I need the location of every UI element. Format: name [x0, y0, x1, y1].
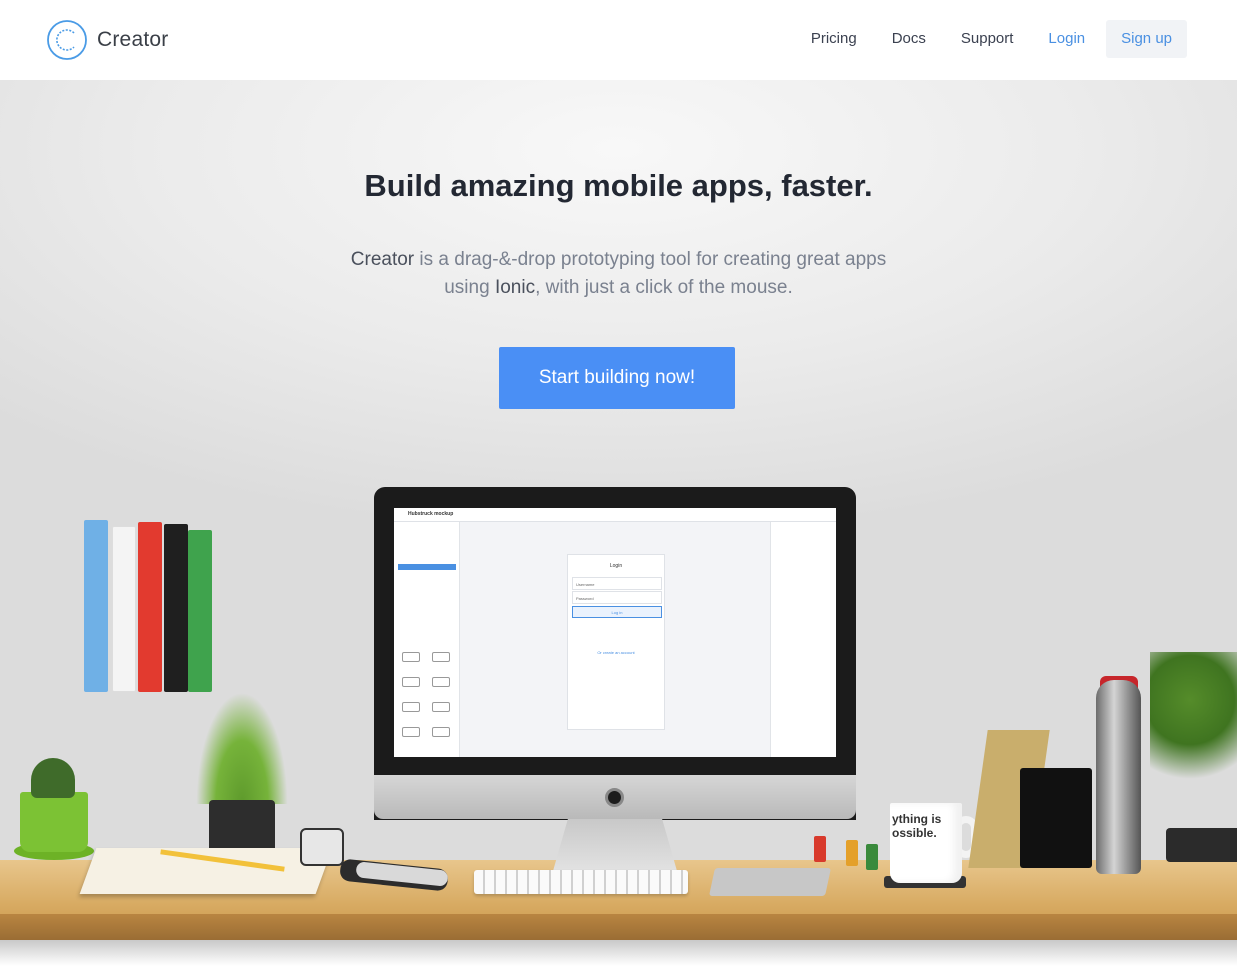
nav-link-support[interactable]: Support: [961, 20, 1014, 58]
hero-subtitle-product: Creator: [350, 249, 415, 270]
screenshot-component: [402, 677, 420, 687]
nav-link-docs[interactable]: Docs: [892, 20, 926, 58]
book-blue: [84, 520, 108, 692]
pen-cup: [1020, 768, 1092, 868]
screenshot-phone-mock: Login Username Password Log in Or create…: [567, 554, 665, 730]
lego-figure: [814, 836, 826, 862]
section-divider: [0, 940, 1237, 977]
book-red: [138, 522, 162, 692]
creator-logo-icon: [47, 20, 87, 60]
trackpad: [709, 868, 831, 896]
bonsai-tree: [1150, 652, 1237, 812]
screenshot-component: [432, 727, 450, 737]
brand-name: Creator: [97, 28, 169, 51]
hero-subtitle-framework: Ionic: [494, 277, 536, 298]
screenshot-component: [432, 702, 450, 712]
site-header: Creator Pricing Docs Support Login Sign …: [0, 0, 1237, 80]
screenshot-pages-panel: [394, 522, 460, 757]
cactus-pot: [20, 792, 88, 852]
lego-figure: [846, 840, 858, 866]
screenshot-toolbar: Hubstruck mockup: [394, 508, 836, 522]
water-bottle: [1096, 680, 1141, 874]
main-nav: Pricing Docs Support Login Sign up: [776, 20, 1187, 58]
nav-link-pricing[interactable]: Pricing: [811, 20, 857, 58]
screenshot-create-account-link: Or create an account: [597, 650, 635, 655]
desk-edge: [0, 914, 1237, 940]
screenshot-page-row: [398, 580, 456, 586]
book-green: [188, 530, 212, 692]
start-building-button[interactable]: Start building now!: [499, 347, 735, 409]
mug-text: ything is ossible.: [892, 812, 942, 840]
book-white: [112, 526, 136, 692]
bonsai-pot: [1166, 828, 1237, 862]
screenshot-component: [432, 652, 450, 662]
screenshot-page-row: [398, 532, 456, 538]
screenshot-component: [402, 727, 420, 737]
lego-figure: [866, 844, 878, 870]
hero-subtitle-text-2: , with just a click of the mouse.: [535, 277, 793, 298]
nav-link-login[interactable]: Login: [1048, 20, 1085, 58]
apple-logo-icon: [605, 788, 624, 807]
imac-stand: [553, 819, 677, 871]
toy-robot: [300, 828, 344, 866]
screenshot-page-row: [398, 556, 456, 562]
screenshot-login-button: Log in: [572, 606, 662, 618]
screenshot-page-row-selected: [398, 564, 456, 570]
screenshot-phone-title: Login: [609, 563, 623, 569]
screenshot-component: [432, 677, 450, 687]
book-black: [164, 524, 188, 692]
screenshot-password-field: Password: [572, 591, 662, 604]
screenshot-app-title: Hubstruck mockup: [408, 511, 454, 517]
grass-plant: [196, 692, 288, 804]
brand-logo-link[interactable]: Creator: [46, 19, 168, 61]
screenshot-page-row: [398, 548, 456, 554]
cactus-plant: [31, 758, 75, 798]
desk-scene-image: Hubstruck mockup Login Username Password…: [0, 80, 1237, 940]
keyboard: [474, 870, 688, 894]
screenshot-component: [402, 652, 420, 662]
screenshot-page-row: [398, 540, 456, 546]
signup-button[interactable]: Sign up: [1106, 20, 1187, 58]
hero-title: Build amazing mobile apps, faster.: [364, 168, 873, 203]
screenshot-properties-panel: [770, 522, 836, 757]
hero-subtitle: Creator is a drag-&-drop prototyping too…: [349, 246, 889, 302]
screenshot-username-field: Username: [572, 577, 662, 590]
app-screenshot: Hubstruck mockup Login Username Password…: [394, 508, 836, 757]
screenshot-page-row: [398, 572, 456, 578]
coffee-mug: ything is ossible.: [890, 803, 962, 883]
hero-section: Hubstruck mockup Login Username Password…: [0, 80, 1237, 940]
screenshot-component: [402, 702, 420, 712]
